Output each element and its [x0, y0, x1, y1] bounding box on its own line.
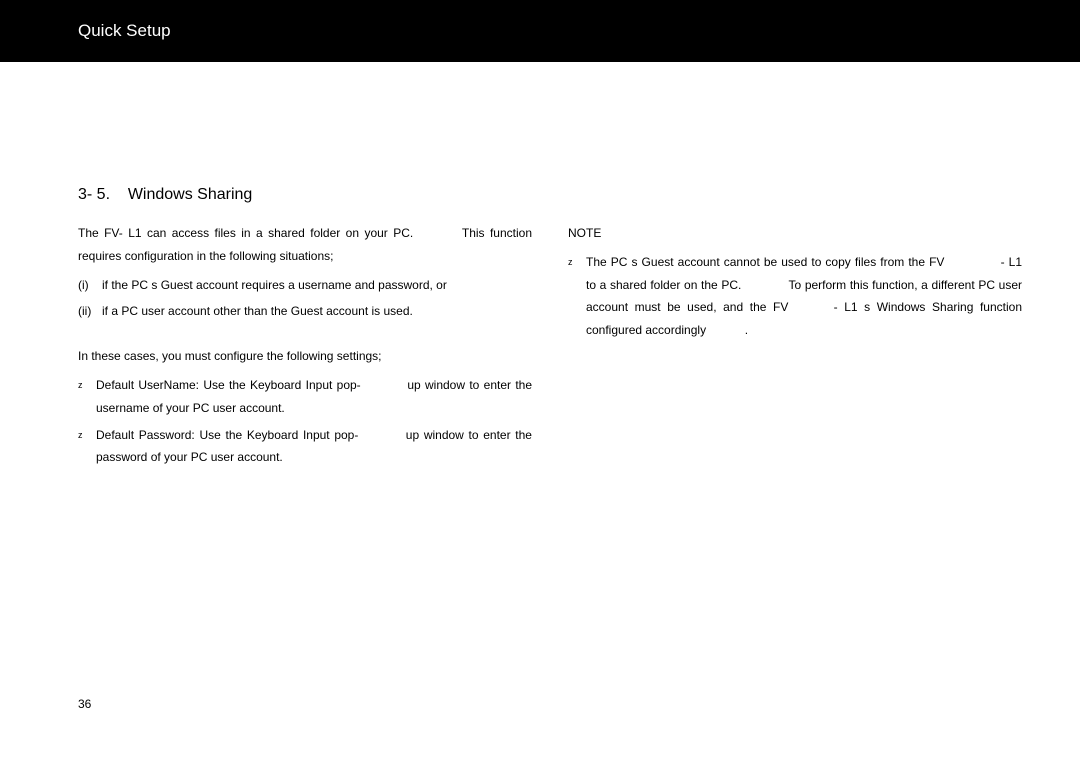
- intro-text-a: The FV- L1 can access files in a shared …: [78, 226, 413, 240]
- section-number: 3- 5.: [78, 186, 110, 203]
- columns: The FV- L1 can access files in a shared …: [78, 222, 1022, 473]
- section-heading: 3- 5. Windows Sharing: [78, 186, 252, 204]
- note-label: NOTE: [568, 222, 1022, 245]
- note-bullet: z The PC s Guest account cannot be used …: [568, 251, 1022, 342]
- bullet1-a: Default UserName: Use the Keyboard Input…: [96, 378, 361, 392]
- bullet-icon: z: [78, 374, 96, 420]
- list-text-i: if the PC s Guest account requires a use…: [102, 274, 447, 297]
- bullet-icon: z: [78, 424, 96, 470]
- bullet-2: z Default Password: Use the Keyboard Inp…: [78, 424, 532, 470]
- header-title: Quick Setup: [78, 21, 171, 41]
- header-bar: Quick Setup: [0, 0, 1080, 62]
- intro-paragraph: The FV- L1 can access files in a shared …: [78, 222, 532, 268]
- left-column: The FV- L1 can access files in a shared …: [78, 222, 532, 473]
- list-item-i: (i) if the PC s Guest account requires a…: [78, 274, 532, 297]
- note-1: The PC s Guest account cannot be used to…: [586, 255, 944, 269]
- list-text-ii: if a PC user account other than the Gues…: [102, 300, 413, 323]
- right-column: NOTE z The PC s Guest account cannot be …: [568, 222, 1022, 473]
- bullet-icon: z: [568, 251, 586, 342]
- list-marker-ii: (ii): [78, 300, 102, 323]
- page-content: 3- 5. Windows Sharing The FV- L1 can acc…: [0, 62, 1080, 759]
- bullet-1: z Default UserName: Use the Keyboard Inp…: [78, 374, 532, 420]
- list-marker-i: (i): [78, 274, 102, 297]
- mid-paragraph: In these cases, you must configure the f…: [78, 345, 532, 368]
- section-title: Windows Sharing: [128, 186, 253, 203]
- page-number: 36: [78, 697, 91, 711]
- list-item-ii: (ii) if a PC user account other than the…: [78, 300, 532, 323]
- note-5: .: [745, 323, 748, 337]
- bullet2-a: Default Password: Use the Keyboard Input…: [96, 428, 358, 442]
